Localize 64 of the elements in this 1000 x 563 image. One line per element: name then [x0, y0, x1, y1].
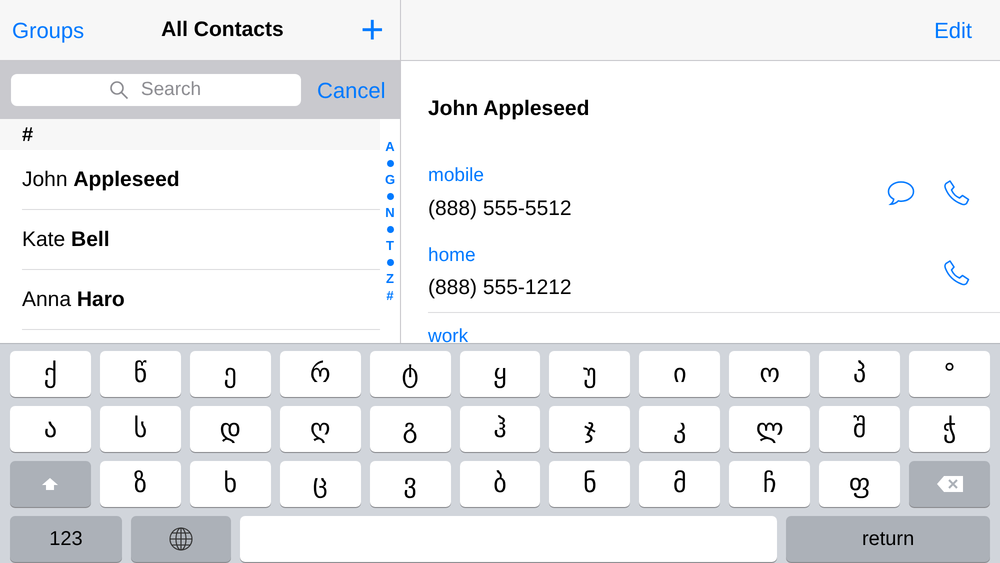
keyboard-key[interactable]: მ: [639, 461, 720, 507]
add-button[interactable]: +: [360, 10, 388, 50]
keyboard-key[interactable]: ი: [639, 351, 720, 397]
index-letter[interactable]: Z: [386, 271, 394, 287]
index-letter[interactable]: A: [385, 139, 395, 155]
keyboard-key[interactable]: წ: [100, 351, 181, 397]
keyboard-key[interactable]: პ: [819, 351, 900, 397]
backspace-icon: [936, 475, 964, 493]
keyboard-key[interactable]: უ: [549, 351, 630, 397]
search-icon: [109, 80, 129, 100]
keyboard-key[interactable]: ტ: [370, 351, 451, 397]
shift-icon: [41, 477, 60, 491]
contact-name: John Appleseed: [428, 96, 590, 122]
contact-row[interactable]: John Appleseed: [22, 150, 380, 210]
index-letter[interactable]: N: [385, 205, 395, 221]
field-label: work: [428, 325, 470, 343]
phone-number[interactable]: (888) 555-5512: [428, 192, 886, 224]
keyboard-key[interactable]: ა: [10, 406, 91, 452]
delete-key[interactable]: [909, 461, 990, 507]
keyboard-key[interactable]: ლ: [729, 406, 810, 452]
keyboard-key[interactable]: ქ: [10, 351, 91, 397]
keyboard-key[interactable]: ბ: [460, 461, 540, 507]
keyboard-key[interactable]: შ: [819, 406, 900, 452]
globe-key[interactable]: [130, 516, 231, 562]
phone-number[interactable]: (888) 555-1212: [428, 272, 942, 304]
keyboard-key[interactable]: ღ: [280, 406, 361, 452]
keyboard-key[interactable]: რ: [280, 351, 361, 397]
section-header: #: [0, 119, 380, 150]
keyboard-key[interactable]: ც: [280, 461, 361, 507]
keyboard-key[interactable]: ფ: [819, 461, 900, 507]
list-title: All Contacts: [161, 17, 284, 44]
edit-button[interactable]: Edit: [934, 14, 972, 46]
shift-key[interactable]: [10, 461, 91, 507]
field-label: home: [428, 244, 477, 268]
keyboard-key[interactable]: ვ: [370, 461, 451, 507]
index-letter[interactable]: #: [386, 288, 394, 304]
message-icon[interactable]: [886, 179, 916, 207]
return-key[interactable]: return: [786, 516, 990, 562]
phone-icon[interactable]: [942, 178, 972, 208]
keyboard-key[interactable]: კ: [639, 406, 720, 452]
keyboard-key[interactable]: დ: [190, 406, 271, 452]
keyboard-key[interactable]: ჩ: [729, 461, 810, 507]
keyboard-key[interactable]: ო: [729, 351, 810, 397]
keyboard-key[interactable]: ს: [100, 406, 181, 452]
keyboard-key[interactable]: ე: [190, 351, 271, 397]
keyboard-key[interactable]: ჰ: [460, 406, 540, 452]
keyboard-key[interactable]: ჭ: [909, 406, 990, 452]
globe-icon: [168, 526, 194, 552]
keyboard-key[interactable]: ყ: [460, 351, 540, 397]
contact-row[interactable]: Anna Haro: [22, 270, 380, 330]
groups-button[interactable]: Groups: [12, 14, 84, 46]
keyboard-key[interactable]: გ: [370, 406, 451, 452]
keyboard-key[interactable]: ხ: [190, 461, 271, 507]
field-label: mobile: [428, 164, 485, 188]
numbers-key[interactable]: 123: [10, 516, 122, 562]
phone-icon[interactable]: [942, 258, 972, 288]
keyboard-key[interactable]: ზ: [100, 461, 181, 507]
index-letter[interactable]: T: [386, 238, 394, 254]
keyboard-key[interactable]: °: [909, 351, 990, 397]
keyboard-key[interactable]: ჯ: [549, 406, 630, 452]
index-letter[interactable]: G: [384, 172, 396, 188]
keyboard-key[interactable]: ნ: [549, 461, 630, 507]
contact-row[interactable]: Kate Bell: [22, 210, 380, 270]
search-field[interactable]: Search: [11, 74, 301, 106]
